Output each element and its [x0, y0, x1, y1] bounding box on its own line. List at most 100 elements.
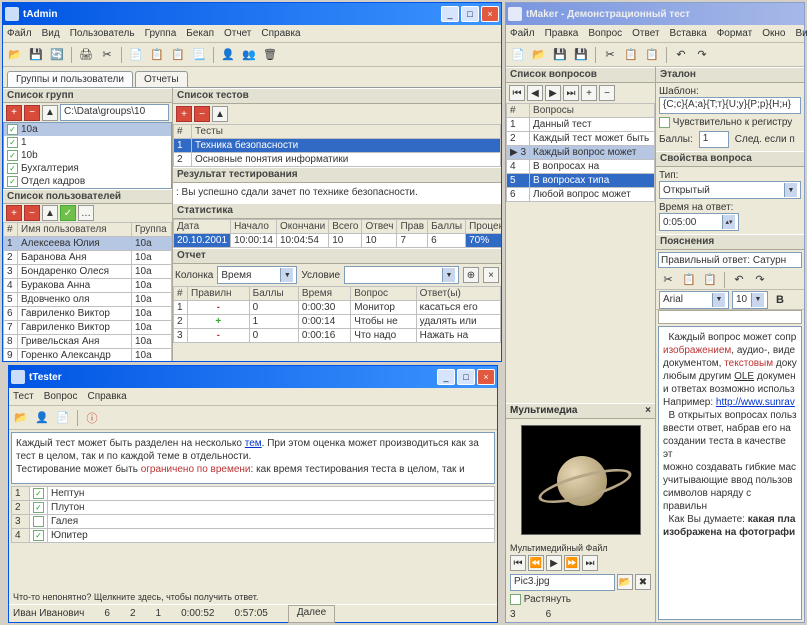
- menu-view[interactable]: Вид: [42, 28, 60, 39]
- menu-answer[interactable]: Ответ: [632, 28, 659, 39]
- menu-group[interactable]: Группа: [145, 28, 177, 39]
- close-button[interactable]: ×: [477, 369, 495, 385]
- col[interactable]: Баллы: [428, 220, 466, 234]
- ok-icon[interactable]: ✓: [60, 205, 76, 221]
- col[interactable]: Прав: [397, 220, 428, 234]
- tb-users-icon[interactable]: 👥: [240, 46, 258, 64]
- tb-copy-icon[interactable]: 📋: [622, 46, 640, 64]
- tb-print-icon[interactable]: 🖨: [77, 46, 95, 64]
- menu-file[interactable]: Файл: [510, 28, 535, 39]
- tb-paste-icon[interactable]: 📋: [169, 46, 187, 64]
- checkbox[interactable]: ✓: [33, 488, 44, 499]
- forward-icon[interactable]: ⏩: [564, 555, 580, 571]
- del-icon[interactable]: −: [599, 85, 615, 101]
- checkbox[interactable]: ✓: [659, 117, 670, 128]
- col[interactable]: Процент: [466, 220, 501, 234]
- groups-list[interactable]: ✓10а ✓1 ✓10b ✓Бухгалтерия ✓Отдел кадров: [3, 122, 172, 189]
- shablon-input[interactable]: {C;c}{A;a}{T;т}{U;у}{P;р}{H;н}: [659, 97, 801, 114]
- menu-help[interactable]: Справка: [87, 391, 126, 402]
- list-item[interactable]: Отдел кадров: [21, 176, 85, 187]
- col[interactable]: Правилн: [188, 287, 250, 301]
- edit-icon[interactable]: ▲: [42, 105, 58, 121]
- col[interactable]: Вопрос: [351, 287, 416, 301]
- menu-question[interactable]: Вопрос: [588, 28, 622, 39]
- tb-redo-icon[interactable]: ↷: [693, 46, 711, 64]
- answer-text[interactable]: Юпитер: [48, 529, 495, 543]
- time-input[interactable]: 0:05:00▴▾: [659, 213, 739, 231]
- checkbox[interactable]: ✓: [510, 594, 521, 605]
- hint-text[interactable]: Что-то непонятно? Щелкните здесь, чтобы …: [9, 590, 497, 604]
- tb-open-icon[interactable]: 📂: [6, 46, 24, 64]
- tmaker-titlebar[interactable]: tMaker - Демонстрационный тест: [506, 3, 804, 25]
- maximize-button[interactable]: □: [457, 369, 475, 385]
- copy-icon[interactable]: 📋: [680, 271, 698, 289]
- check-icon[interactable]: ✓: [7, 163, 18, 174]
- col[interactable]: Окончани: [277, 220, 329, 234]
- up-icon[interactable]: ▲: [42, 205, 58, 221]
- col[interactable]: Вопросы: [530, 104, 655, 118]
- tb-new-icon[interactable]: 📄: [509, 46, 527, 64]
- filter-icon[interactable]: ⊕: [463, 267, 479, 283]
- answer-text[interactable]: Плутон: [48, 501, 495, 515]
- tb-open-icon[interactable]: 📂: [530, 46, 548, 64]
- menu-test[interactable]: Тест: [13, 391, 34, 402]
- close-icon[interactable]: ×: [645, 405, 651, 417]
- close-icon[interactable]: ×: [483, 267, 499, 283]
- checkbox[interactable]: ✓: [33, 502, 44, 513]
- cut-icon[interactable]: ✂: [659, 271, 677, 289]
- col[interactable]: Ответ(ы): [416, 287, 500, 301]
- tb-save-icon[interactable]: 💾: [551, 46, 569, 64]
- tadmin-titlebar[interactable]: tAdmin _ □ ×: [3, 3, 501, 25]
- col[interactable]: Группа: [132, 223, 172, 237]
- ttester-titlebar[interactable]: tTester _ □ ×: [9, 366, 497, 388]
- tb-user-icon[interactable]: 👤: [219, 46, 237, 64]
- menu-backup[interactable]: Бекап: [186, 28, 214, 39]
- chevron-down-icon[interactable]: ▼: [280, 268, 293, 282]
- checkbox[interactable]: ✓: [33, 530, 44, 541]
- path-input[interactable]: C:\Data\groups\10: [60, 104, 169, 121]
- next-button[interactable]: Далее: [288, 605, 335, 623]
- font-combo[interactable]: Arial▼: [659, 291, 729, 309]
- spinner-icon[interactable]: ▴▾: [722, 215, 735, 229]
- col[interactable]: Отвеч: [362, 220, 397, 234]
- check-icon[interactable]: ✓: [7, 124, 18, 135]
- menu-file[interactable]: Файл: [7, 28, 32, 39]
- bold-icon[interactable]: B: [771, 291, 789, 309]
- col[interactable]: #: [174, 125, 192, 139]
- answer-text[interactable]: Галея: [48, 515, 495, 529]
- tb-doc-icon[interactable]: 📄: [54, 409, 72, 427]
- browse-icon[interactable]: 📂: [617, 574, 633, 590]
- tests-grid[interactable]: #Тесты 1Техника безопасности 2Основные п…: [173, 124, 501, 167]
- add-icon[interactable]: +: [581, 85, 597, 101]
- first-icon[interactable]: ⏮: [509, 85, 525, 101]
- ruler[interactable]: [658, 310, 802, 324]
- questions-grid[interactable]: #Вопросы 1Данный тест 2Каждый тест может…: [506, 103, 655, 202]
- tb-del-icon[interactable]: 🗑: [261, 46, 279, 64]
- remove-icon[interactable]: −: [24, 105, 40, 121]
- tb-copy-icon[interactable]: 📋: [148, 46, 166, 64]
- list-item[interactable]: Бухгалтерия: [21, 163, 79, 174]
- add-icon[interactable]: +: [6, 205, 22, 221]
- tb-saveall-icon[interactable]: 💾: [572, 46, 590, 64]
- col[interactable]: #: [174, 287, 188, 301]
- tb-save-icon[interactable]: 💾: [27, 46, 45, 64]
- rewind-icon[interactable]: ⏪: [528, 555, 544, 571]
- menu-insert[interactable]: Вставка: [670, 28, 707, 39]
- menu-format[interactable]: Формат: [717, 28, 753, 39]
- uslovie-combo[interactable]: ▼: [344, 266, 459, 284]
- chevron-down-icon[interactable]: ▼: [784, 183, 797, 197]
- type-combo[interactable]: Открытый▼: [659, 181, 801, 199]
- paste-icon[interactable]: 📋: [701, 271, 719, 289]
- redo-icon[interactable]: ↷: [751, 271, 769, 289]
- list-item[interactable]: 10а: [21, 124, 38, 135]
- menu-help[interactable]: Справка: [261, 28, 300, 39]
- col[interactable]: Дата: [174, 220, 231, 234]
- play-icon[interactable]: ▶: [546, 555, 562, 571]
- first-icon[interactable]: ⏮: [510, 555, 526, 571]
- more-icon[interactable]: …: [78, 205, 94, 221]
- remove-icon[interactable]: −: [194, 106, 210, 122]
- chevron-down-icon[interactable]: ▼: [712, 293, 725, 307]
- menu-window[interactable]: Окно: [762, 28, 785, 39]
- size-combo[interactable]: 10▼: [732, 291, 768, 309]
- chevron-down-icon[interactable]: ▼: [751, 293, 764, 307]
